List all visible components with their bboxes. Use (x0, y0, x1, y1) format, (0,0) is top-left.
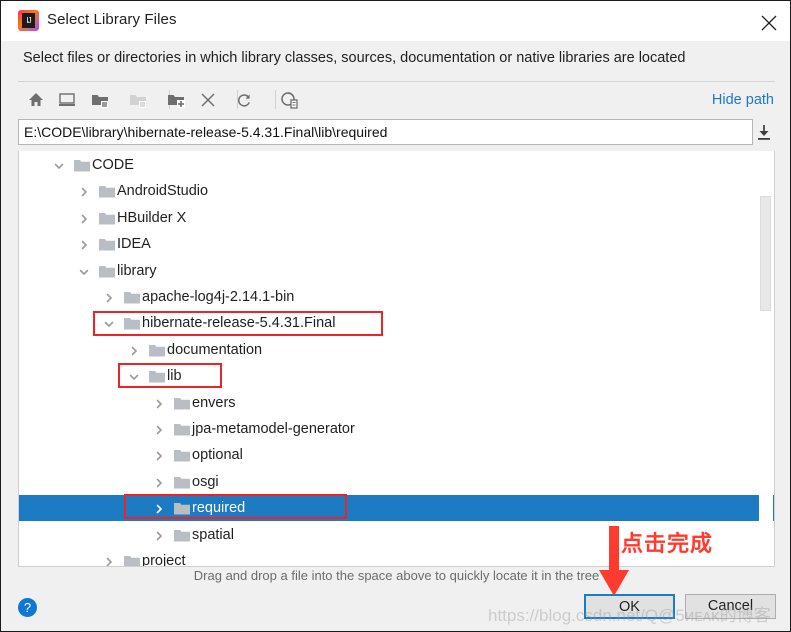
folder-icon (99, 212, 115, 225)
folder-icon (174, 529, 190, 542)
folder-icon (124, 555, 140, 566)
dialog-description: Select files or directories in which lib… (23, 50, 686, 66)
tree-scrollbar-track[interactable] (759, 151, 773, 565)
tree-row-label: HBuilder X (117, 209, 187, 226)
chevron-right-icon[interactable] (78, 212, 90, 224)
ok-button[interactable]: OK (584, 594, 675, 619)
show-hidden-icon[interactable] (275, 86, 303, 114)
chevron-right-icon[interactable] (128, 344, 140, 356)
tree-row-label: apache-log4j-2.14.1-bin (142, 289, 295, 305)
download-arrow-icon[interactable] (753, 122, 775, 144)
folder-icon (149, 344, 165, 357)
tree-scrollbar-thumb[interactable] (760, 196, 771, 311)
chevron-right-icon[interactable] (153, 529, 165, 541)
chevron-right-icon[interactable] (153, 397, 165, 409)
tree-row[interactable]: lib (19, 363, 774, 389)
tree-row[interactable]: spatial (19, 522, 774, 548)
folder-disabled-icon (124, 86, 152, 114)
folder-icon (174, 397, 190, 410)
tree-row[interactable]: library (19, 258, 774, 284)
folder-icon (99, 185, 115, 198)
chevron-right-icon[interactable] (78, 238, 90, 250)
tree-row-label: documentation (167, 341, 263, 358)
home-icon[interactable] (22, 86, 50, 114)
tree-row-label: IDEA (117, 236, 151, 253)
folder-icon (149, 370, 165, 383)
chevron-right-icon[interactable] (153, 502, 165, 514)
tree-row[interactable]: CODE (19, 152, 774, 178)
tree-row-label: optional (192, 447, 243, 464)
tree-row[interactable]: HBuilder X (19, 205, 774, 231)
tree-row[interactable]: project (19, 548, 774, 567)
folder-icon (174, 476, 190, 489)
tree-row-label: lib (167, 368, 182, 385)
chevron-right-icon[interactable] (78, 185, 90, 197)
tree-row-label: project (142, 553, 186, 567)
chevron-down-icon[interactable] (128, 370, 140, 382)
question-mark-icon[interactable]: ? (18, 598, 37, 617)
tree-row-label: spatial (192, 526, 234, 543)
chevron-right-icon[interactable] (103, 555, 115, 566)
toolbar: Hide path (18, 82, 775, 118)
tree-row[interactable]: envers (19, 390, 774, 416)
chevron-right-icon[interactable] (153, 449, 165, 461)
drag-drop-hint: Drag and drop a file into the space abov… (193, 568, 600, 583)
folder-icon (74, 159, 90, 172)
tree-row-label: envers (192, 394, 236, 411)
folder-open-icon[interactable] (86, 86, 114, 114)
delete-icon[interactable] (194, 86, 222, 114)
folder-icon (124, 317, 140, 330)
tree-row[interactable]: osgi (19, 469, 774, 495)
tree-row-label: hibernate-release-5.4.31.Final (142, 315, 336, 332)
cancel-button[interactable]: Cancel (685, 594, 776, 619)
title-bar: IJ Select Library Files (1, 1, 790, 41)
folder-icon (174, 449, 190, 462)
new-folder-icon[interactable] (162, 86, 190, 114)
folder-icon (174, 423, 190, 436)
tree-row[interactable]: jpa-metamodel-generator (19, 416, 774, 442)
directory-tree[interactable]: CODE AndroidStudio HBuilder X IDEA library ap… (18, 151, 775, 567)
path-row (18, 119, 775, 145)
tree-row-label: CODE (92, 157, 134, 173)
chevron-right-icon[interactable] (103, 291, 115, 303)
tree-row[interactable]: AndroidStudio (19, 178, 774, 204)
refresh-icon[interactable] (230, 86, 258, 114)
intellij-idea-logo-icon: IJ (18, 10, 39, 31)
folder-icon (124, 291, 140, 304)
folder-icon (174, 502, 190, 515)
tree-row[interactable]: optional (19, 442, 774, 468)
tree-row[interactable]: IDEA (19, 231, 774, 257)
chevron-right-icon[interactable] (153, 423, 165, 435)
tree-row[interactable]: required (19, 495, 774, 522)
chevron-down-icon[interactable] (53, 159, 65, 171)
close-icon[interactable] (746, 1, 790, 41)
path-input[interactable] (18, 119, 753, 145)
select-library-files-dialog: IJ Select Library Files Select files or … (0, 0, 791, 632)
chevron-down-icon[interactable] (103, 317, 115, 329)
tree-row[interactable]: documentation (19, 337, 774, 363)
tree-row[interactable]: apache-log4j-2.14.1-bin (19, 284, 774, 310)
window-title: Select Library Files (47, 11, 177, 28)
tree-row[interactable]: hibernate-release-5.4.31.Final (19, 310, 774, 336)
chevron-right-icon[interactable] (153, 476, 165, 488)
folder-icon (99, 265, 115, 278)
tree-row-label: osgi (192, 473, 219, 490)
tree-row-label: AndroidStudio (117, 183, 209, 200)
tree-row-label: library (117, 262, 157, 279)
folder-icon (99, 238, 115, 251)
tree-row-label: required (192, 500, 246, 517)
desktop-icon[interactable] (53, 86, 81, 114)
hide-path-link[interactable]: Hide path (712, 92, 774, 108)
tree-row-label: jpa-metamodel-generator (192, 421, 355, 437)
chevron-down-icon[interactable] (78, 265, 90, 277)
